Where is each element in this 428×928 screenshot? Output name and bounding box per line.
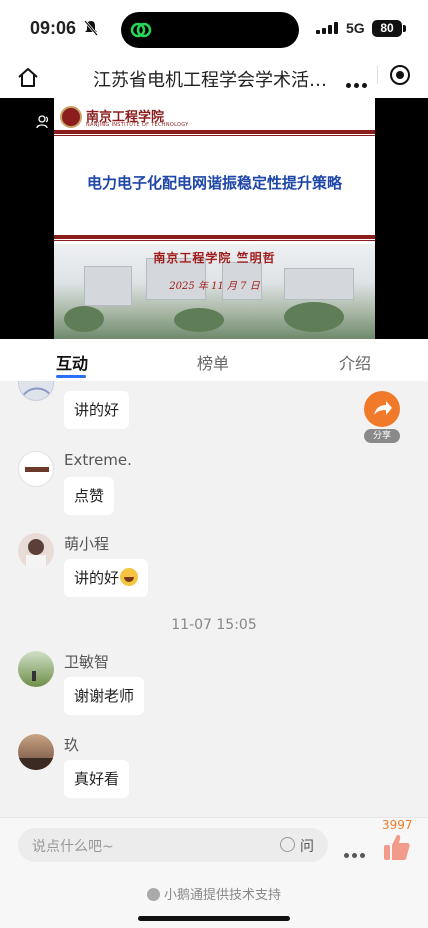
share-button[interactable]: 分享 [364, 391, 400, 443]
viewers-icon[interactable] [36, 114, 50, 133]
avatar[interactable] [18, 381, 54, 401]
capsule-divider [377, 66, 378, 84]
home-icon[interactable] [16, 66, 40, 94]
message-author: Extreme. [64, 451, 132, 469]
more-options-icon[interactable] [344, 843, 368, 862]
share-icon [364, 391, 400, 427]
slide-divider [54, 240, 375, 241]
like-thumb-icon[interactable] [383, 832, 411, 866]
network-type: 5G [346, 20, 365, 36]
status-time: 09:06 [30, 18, 77, 38]
provider-credit: 小鹅通提供技术支持 [0, 884, 428, 903]
tab-introduction[interactable]: 介绍 [339, 350, 371, 374]
message-author: 玖 [64, 736, 80, 754]
ask-label[interactable]: 问 [300, 836, 314, 856]
mute-bell-icon [84, 20, 98, 40]
live-video-player[interactable]: 南京工程学院 NANJING INSTITUTE OF TECHNOLOGY 电… [0, 98, 428, 339]
link-app-icon [129, 19, 153, 41]
message-bubble: 讲的好 [64, 391, 130, 429]
close-miniprogram-icon[interactable] [390, 65, 410, 85]
message-bubble: 谢谢老师 [64, 677, 145, 715]
provider-credit-text: 小鹅通提供技术支持 [163, 888, 281, 903]
slide-topic: 电力电子化配电网谐振稳定性提升策略 [86, 174, 342, 192]
avatar[interactable] [18, 533, 54, 569]
tab-leaderboard[interactable]: 榜单 [197, 350, 229, 374]
check-badge-icon [146, 888, 160, 901]
chat-list[interactable]: 讲的好 Extreme. 点赞 萌小程 讲的好 11-07 15:05 卫敏智 … [0, 381, 428, 817]
message-bubble: 真好看 [64, 760, 130, 798]
signal-icon [316, 22, 338, 34]
slide-divider [54, 130, 375, 134]
battery-icon: 80 [372, 20, 406, 37]
nav-bar: 江苏省电机工程学会学术活… [0, 58, 428, 98]
avatar[interactable] [18, 451, 54, 487]
chat-timestamp: 11-07 15:05 [171, 617, 257, 633]
slide-school-name-en: NANJING INSTITUTE OF TECHNOLOGY [86, 122, 189, 128]
presentation-slide: 南京工程学院 NANJING INSTITUTE OF TECHNOLOGY 电… [54, 98, 375, 339]
slide-date: 2025 年 11 月 7 日 [169, 281, 260, 292]
comment-placeholder: 说点什么吧~ [32, 839, 114, 855]
message-text: 讲的好 [74, 569, 120, 587]
status-bar: 09:06 5G 80 [0, 0, 428, 58]
tab-bar: 互动 榜单 介绍 [0, 339, 428, 381]
slide-divider [54, 135, 375, 136]
avatar[interactable] [18, 734, 54, 770]
active-tab-indicator [56, 375, 86, 378]
slide-author: 南京工程学院 竺明哲 [153, 251, 276, 265]
message-bubble: 讲的好 [64, 559, 149, 597]
bottom-bar: 说点什么吧~ 问 3997 小鹅通提供技术支持 [0, 817, 428, 928]
grinning-face-icon [120, 568, 139, 586]
ask-toggle-icon[interactable] [280, 837, 295, 852]
more-menu-icon[interactable] [346, 73, 370, 92]
slide-divider [54, 235, 375, 239]
likes-count: 3997 [382, 818, 413, 832]
comment-input[interactable]: 说点什么吧~ 问 [18, 828, 328, 862]
tab-interaction[interactable]: 互动 [56, 350, 88, 374]
share-label: 分享 [364, 429, 400, 443]
dynamic-island [121, 12, 299, 48]
message-author: 卫敏智 [64, 653, 110, 671]
home-indicator[interactable] [138, 916, 290, 921]
message-author: 萌小程 [64, 535, 110, 553]
message-bubble: 点赞 [64, 477, 115, 515]
avatar[interactable] [18, 651, 54, 687]
university-logo [60, 106, 82, 128]
page-title: 江苏省电机工程学会学术活… [93, 70, 327, 91]
